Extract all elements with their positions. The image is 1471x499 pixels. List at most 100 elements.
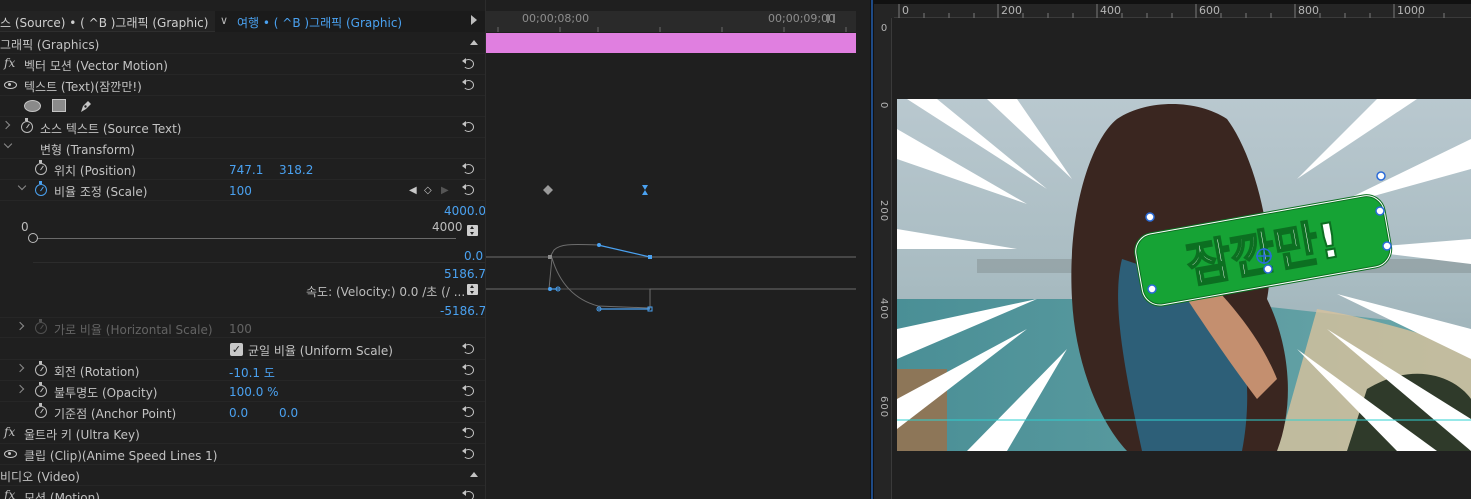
text-layer-label: 텍스트 (Text)(잠깐만!) [24, 80, 142, 94]
rect-mask-icon[interactable] [52, 99, 66, 112]
reset-icon[interactable] [462, 162, 476, 175]
reset-icon[interactable] [462, 78, 476, 91]
pen-mask-icon[interactable] [78, 98, 94, 114]
text-layer-row[interactable]: 텍스트 (Text)(잠깐만!) [0, 75, 485, 96]
twirl-right-icon[interactable] [15, 321, 25, 331]
stopwatch-icon [35, 319, 47, 334]
sequence-clip-tab[interactable]: ∨ 여행 • ( ^B )그래픽 (Graphic) [215, 11, 485, 32]
stopwatch-icon[interactable] [35, 403, 47, 418]
ruler-h-800: 800 [1298, 4, 1319, 17]
reset-icon[interactable] [462, 447, 476, 460]
uniform-scale-row: ✓ 균일 비율 (Uniform Scale) [0, 339, 485, 360]
ruler-v-600: 600 [878, 396, 889, 419]
fx-icon[interactable]: fx [4, 488, 15, 499]
ruler-v-top: 0 [880, 23, 888, 34]
effect-controls-timeline[interactable]: 00;00;08;00 00;00;09;00 [485, 0, 856, 499]
twirl-down-icon[interactable] [17, 181, 27, 191]
scale-slider-track[interactable] [33, 238, 456, 239]
vector-motion-row[interactable]: fx 벡터 모션 (Vector Motion) [0, 54, 485, 75]
keyframe-prev-icon[interactable]: ◀ [409, 185, 417, 196]
uniform-scale-label: 균일 비율 (Uniform Scale) [248, 344, 393, 358]
collapse-caret-icon[interactable] [470, 40, 478, 45]
scale-value[interactable]: 100 [229, 184, 252, 198]
timeline-ruler[interactable]: 00;00;08;00 00;00;09;00 [486, 11, 856, 32]
anchor-point-row: 기준점 (Anchor Point) 0.0 0.0 [0, 402, 485, 423]
value-keyframe-3 [648, 255, 652, 259]
scale-row: 비율 조정 (Scale) 100 ◀ ◇ ▶ [0, 180, 485, 201]
source-text-row[interactable]: 소스 텍스트 (Source Text) [0, 117, 485, 138]
reset-icon[interactable] [462, 405, 476, 418]
value-graph-min: 0.0 [464, 249, 484, 263]
graph-scale-stepper[interactable] [467, 225, 478, 236]
eye-icon[interactable] [4, 81, 17, 89]
ellipse-mask-icon[interactable] [24, 100, 41, 112]
horizontal-ruler[interactable]: 0 200 400 600 800 1000 [894, 4, 1471, 18]
stopwatch-icon[interactable] [21, 118, 33, 133]
rotation-row: 회전 (Rotation) -10.1 도 [0, 360, 485, 381]
reset-icon[interactable] [462, 183, 476, 196]
ruler-corner [874, 4, 894, 18]
value-graph-max: 4000.0 [444, 204, 486, 218]
reset-icon[interactable] [462, 426, 476, 439]
reset-icon[interactable] [462, 120, 476, 133]
graphics-section-row[interactable]: 그래픽 (Graphics) [0, 33, 485, 54]
position-y-value[interactable]: 318.2 [279, 163, 313, 177]
position-x-value[interactable]: 747.1 [229, 163, 263, 177]
scale-keyframe-track [543, 185, 648, 195]
eye-icon[interactable] [4, 450, 17, 458]
vector-motion-label: 벡터 모션 (Vector Motion) [24, 59, 168, 73]
twirl-right-icon[interactable] [15, 384, 25, 394]
transform-row[interactable]: 변형 (Transform) [0, 138, 485, 159]
ruler-h-400: 400 [1100, 4, 1121, 17]
graphic-clip-bar[interactable] [486, 33, 856, 53]
reset-icon[interactable] [462, 363, 476, 376]
keyframe-next-icon[interactable]: ▶ [441, 185, 449, 196]
stopwatch-icon[interactable] [35, 160, 47, 175]
program-monitor: 0 200 400 600 800 1000 0 0 200 400 600 잠… [874, 0, 1471, 499]
scale-slider-thumb[interactable] [28, 233, 38, 243]
source-clip-label[interactable]: 스 (Source) • ( ^B )그래픽 (Graphic) [0, 14, 208, 31]
video-section-row[interactable]: 비디오 (Video) [0, 465, 485, 486]
anchor-x-value[interactable]: 0.0 [229, 406, 248, 420]
effect-controls-panel: 스 (Source) • ( ^B )그래픽 (Graphic) ∨ 여행 • … [0, 0, 870, 499]
reset-icon[interactable] [462, 57, 476, 70]
collapse-caret-icon[interactable] [470, 472, 478, 477]
vertical-ruler[interactable]: 0 0 200 400 600 [874, 18, 892, 499]
value-keyframe-1 [548, 255, 552, 259]
rotation-value[interactable]: -10.1 도 [229, 364, 275, 381]
clip-row[interactable]: 클립 (Clip)(Anime Speed Lines 1) [0, 444, 485, 465]
show-timeline-icon[interactable] [471, 15, 477, 25]
value-keyframe-2 [597, 243, 601, 247]
playhead-handle-icon[interactable] [827, 14, 835, 23]
keyframe-add-icon[interactable]: ◇ [424, 185, 432, 196]
scale-graph-area: 4000.0 0 4000 0.0 5186.7 속도: (Velocity:)… [0, 201, 486, 318]
twirl-right-icon[interactable] [15, 363, 25, 373]
video-frame[interactable]: 잠깐만! [897, 99, 1471, 451]
motion-label: 모션 (Motion) [24, 491, 100, 499]
reset-icon[interactable] [462, 384, 476, 397]
uniform-scale-checkbox[interactable]: ✓ [230, 343, 243, 356]
velocity-stepper[interactable] [467, 284, 478, 295]
opacity-value[interactable]: 100.0 % [229, 385, 279, 399]
anchor-y-value[interactable]: 0.0 [279, 406, 298, 420]
twirl-right-icon[interactable] [1, 120, 11, 130]
fx-icon[interactable]: fx [4, 425, 15, 439]
slider-max-label: 4000 [432, 220, 463, 234]
ultra-key-row[interactable]: fx 울트라 키 (Ultra Key) [0, 423, 485, 444]
position-row: 위치 (Position) 747.1 318.2 [0, 159, 485, 180]
motion-row[interactable]: fx 모션 (Motion) [0, 486, 485, 499]
reset-icon[interactable] [462, 489, 476, 499]
ruler-v-0: 0 [878, 102, 889, 109]
scale-label: 비율 조정 (Scale) [54, 185, 148, 199]
fx-icon[interactable]: fx [4, 56, 15, 70]
chevron-down-icon[interactable]: ∨ [220, 14, 228, 27]
reset-icon[interactable] [462, 342, 476, 355]
rotation-label: 회전 (Rotation) [54, 365, 140, 379]
ruler-h-600: 600 [1199, 4, 1220, 17]
stopwatch-icon[interactable] [35, 361, 47, 376]
horizontal-scale-row: 가로 비율 (Horizontal Scale) 100 [0, 317, 485, 338]
sequence-clip-label[interactable]: 여행 • ( ^B )그래픽 (Graphic) [237, 14, 402, 31]
stopwatch-icon[interactable] [35, 382, 47, 397]
stopwatch-icon[interactable] [35, 181, 47, 196]
twirl-down-icon[interactable] [3, 139, 13, 149]
